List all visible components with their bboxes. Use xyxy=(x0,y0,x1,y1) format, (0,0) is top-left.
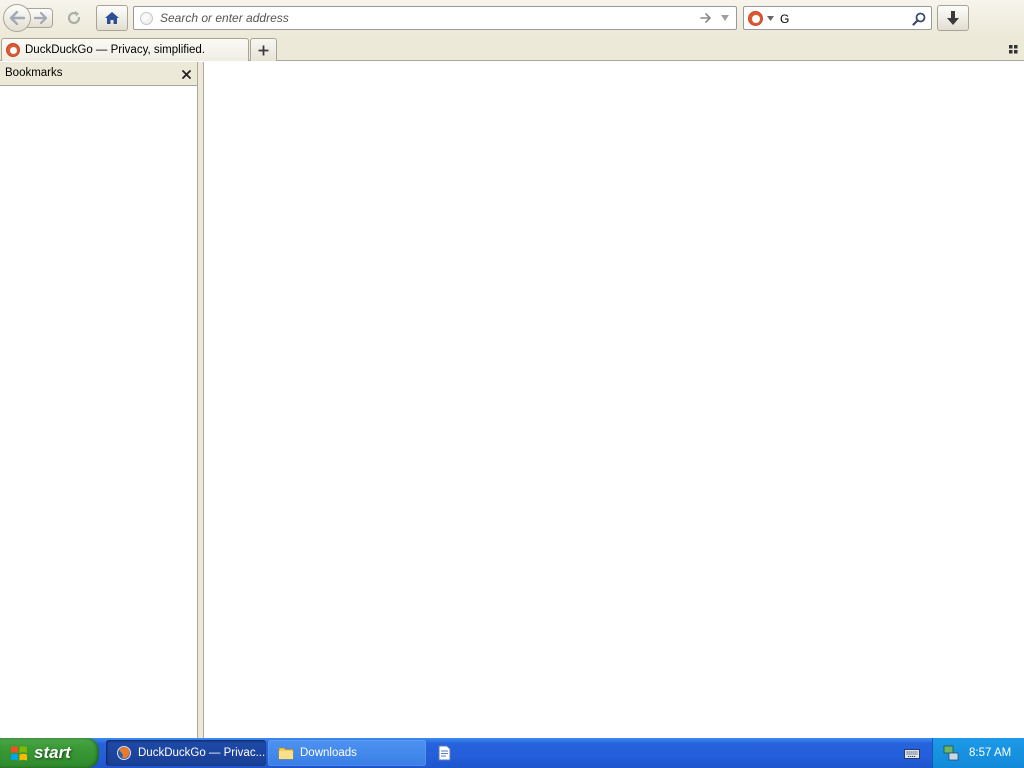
windows-logo-icon xyxy=(11,745,27,760)
dropdown-triangle-icon xyxy=(721,15,729,21)
taskbar-button-label: DuckDuckGo — Privac... xyxy=(138,747,266,759)
sidebar-title: Bookmarks xyxy=(5,67,63,79)
folder-icon xyxy=(278,747,294,760)
chevron-down-icon xyxy=(767,16,774,21)
tab-duckduckgo[interactable]: DuckDuckGo — Privacy, simplified. xyxy=(1,38,249,61)
plus-icon xyxy=(258,45,269,55)
duckduckgo-icon xyxy=(748,11,763,26)
bookmarks-sidebar: Bookmarks xyxy=(0,62,198,738)
sidebar-close-button[interactable] xyxy=(179,67,193,81)
history-dropdown-button[interactable] xyxy=(718,11,732,25)
tray-keyboard[interactable] xyxy=(903,746,921,760)
document-icon xyxy=(438,745,450,761)
taskbar-button-firefox[interactable]: DuckDuckGo — Privac... xyxy=(106,740,266,766)
windows-taskbar: start DuckDuckGo — Privac... Downloads 8… xyxy=(0,738,1024,768)
back-forward-cluster xyxy=(3,4,91,32)
taskbar-button-label: Downloads xyxy=(300,747,357,759)
clock: 8:57 AM xyxy=(969,747,1012,759)
site-identity-icon[interactable] xyxy=(140,12,153,25)
search-engine-button[interactable] xyxy=(748,10,780,27)
go-button[interactable] xyxy=(698,11,714,25)
download-arrow-icon xyxy=(947,11,959,25)
quick-launch-document[interactable] xyxy=(436,743,452,763)
start-button[interactable]: start xyxy=(0,738,99,768)
home-button[interactable] xyxy=(96,5,128,31)
reload-icon xyxy=(67,11,81,25)
downloads-button[interactable] xyxy=(937,5,969,31)
magnifier-icon xyxy=(912,12,926,26)
tab-strip: DuckDuckGo — Privacy, simplified. xyxy=(0,37,1024,61)
page-content[interactable] xyxy=(204,62,1024,738)
taskbar-button-downloads[interactable]: Downloads xyxy=(268,740,426,766)
navigation-toolbar xyxy=(0,0,1024,37)
back-arrow-icon xyxy=(9,11,25,25)
reload-button[interactable] xyxy=(59,6,89,30)
close-icon xyxy=(181,69,191,79)
grid-icon xyxy=(1008,44,1017,53)
network-icon[interactable] xyxy=(943,745,959,761)
new-tab-button[interactable] xyxy=(250,38,277,61)
start-label: start xyxy=(34,743,71,762)
tab-title: DuckDuckGo — Privacy, simplified. xyxy=(25,44,205,56)
address-input[interactable] xyxy=(160,9,680,27)
go-arrow-icon xyxy=(700,13,711,23)
keyboard-icon xyxy=(904,749,920,759)
all-tabs-button[interactable] xyxy=(1006,42,1020,56)
firefox-icon xyxy=(117,746,131,760)
search-button[interactable] xyxy=(910,10,928,27)
address-bar[interactable] xyxy=(133,6,737,30)
duckduckgo-favicon-icon xyxy=(6,43,20,57)
home-icon xyxy=(105,12,119,24)
search-input[interactable] xyxy=(780,10,906,27)
sidebar-header: Bookmarks xyxy=(0,62,197,86)
system-tray: 8:57 AM xyxy=(932,738,1024,768)
forward-arrow-icon xyxy=(33,12,47,24)
back-button[interactable] xyxy=(3,4,31,32)
search-bar[interactable] xyxy=(743,6,932,30)
